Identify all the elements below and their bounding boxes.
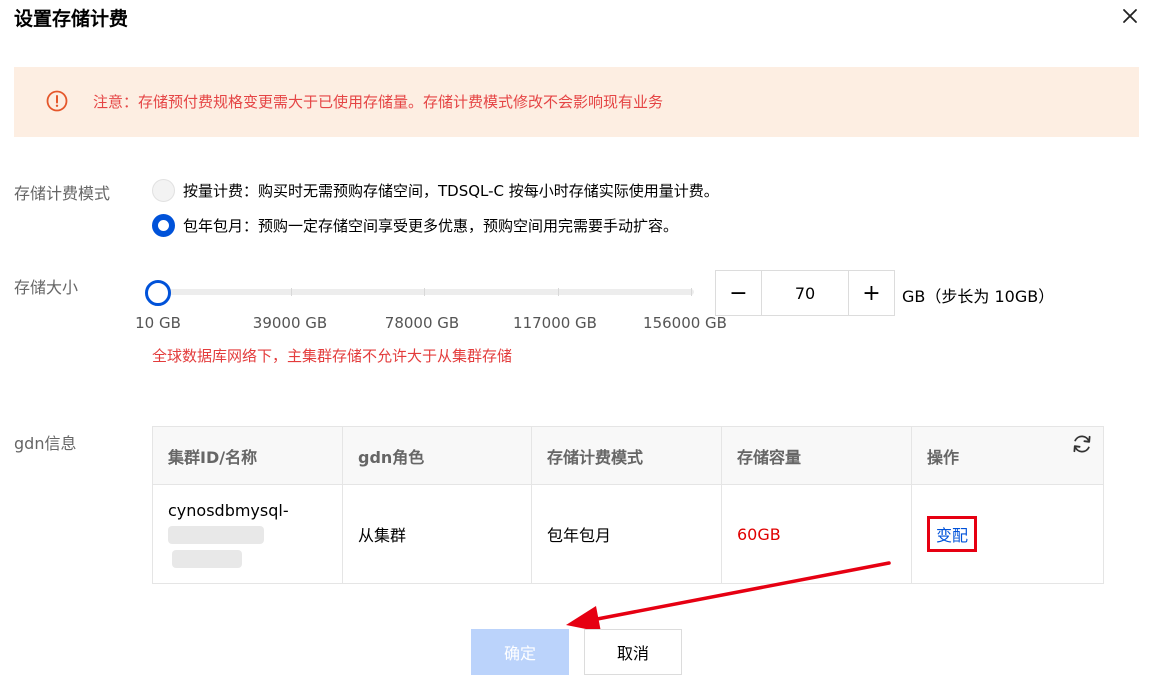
radio-label: 按量计费：购买时无需预购存储空间，TDSQL-C 按每小时存储实际使用量计费。	[183, 181, 719, 200]
decrement-button[interactable]: −	[716, 271, 762, 315]
slider-tick-label: 10 GB	[135, 314, 181, 332]
alert-circle-icon	[46, 90, 68, 112]
column-header: 存储容量	[721, 426, 912, 485]
storage-unit-text: GB（步长为 10GB）	[902, 287, 1055, 306]
confirm-button[interactable]: 确定	[471, 629, 569, 675]
storage-size-input[interactable]	[762, 271, 848, 315]
billing-mode-label: 存储计费模式	[14, 184, 111, 203]
storage-slider[interactable]	[145, 280, 694, 310]
slider-tick-label: 78000 GB	[384, 314, 460, 332]
role-cell: 从集群	[342, 484, 532, 584]
dialog-title: 设置存储计费	[14, 8, 129, 30]
cluster-id-text: cynosdbmysql-	[168, 500, 289, 520]
notice-text: 注意：存储预付费规格变更需大于已使用存储量。存储计费模式修改不会影响现有业务	[93, 93, 664, 111]
cancel-button[interactable]: 取消	[584, 629, 682, 675]
radio-label: 包年包月：预购一定存储空间享受更多优惠，预购空间用完需要手动扩容。	[183, 216, 679, 235]
column-header: 集群ID/名称	[152, 426, 343, 485]
storage-size-label: 存储大小	[14, 278, 79, 297]
increment-button[interactable]: +	[848, 271, 894, 315]
slider-tick	[424, 288, 425, 296]
gdn-info-label: gdn信息	[14, 434, 77, 453]
redacted-text	[172, 549, 242, 568]
radio-circle[interactable]	[152, 178, 175, 202]
slider-tick	[291, 288, 292, 296]
slider-tick-label: 156000 GB	[643, 314, 727, 332]
table-header-row: 集群ID/名称 gdn角色 存储计费模式 存储容量 操作	[152, 426, 1104, 485]
radio-pay-as-you-go[interactable]: 按量计费：购买时无需预购存储空间，TDSQL-C 按每小时存储实际使用量计费。	[152, 177, 719, 203]
redacted-text	[168, 525, 264, 544]
radio-monthly-subscription[interactable]: 包年包月：预购一定存储空间享受更多优惠，预购空间用完需要手动扩容。	[152, 212, 678, 238]
action-cell: 变配	[911, 484, 1104, 584]
column-header: 存储计费模式	[531, 426, 722, 485]
capacity-cell: 60GB	[721, 484, 912, 584]
capacity-value: 60GB	[737, 524, 781, 544]
table-row: cynosdbmysql- 从集群 包年包月 60GB 变配	[152, 484, 1104, 584]
slider-track[interactable]	[158, 289, 694, 295]
modify-config-link[interactable]: 变配	[927, 516, 978, 552]
notice-banner: 注意：存储预付费规格变更需大于已使用存储量。存储计费模式修改不会影响现有业务	[14, 67, 1139, 137]
gdn-table: 集群ID/名称 gdn角色 存储计费模式 存储容量 操作 cynosdbmysq…	[152, 426, 1104, 584]
slider-tick	[691, 288, 692, 296]
refresh-icon[interactable]	[1070, 432, 1094, 456]
cluster-id-cell: cynosdbmysql-	[152, 484, 343, 584]
billing-cell: 包年包月	[531, 484, 722, 584]
column-header: gdn角色	[342, 426, 532, 485]
slider-tick	[558, 288, 559, 296]
storage-stepper: − +	[715, 270, 895, 316]
storage-warning: 全球数据库网络下，主集群存储不允许大于从集群存储	[152, 347, 513, 365]
slider-tick-label: 39000 GB	[252, 314, 328, 332]
close-icon[interactable]	[1120, 6, 1140, 26]
radio-circle-selected[interactable]	[152, 213, 175, 237]
slider-thumb[interactable]	[145, 280, 172, 306]
slider-tick-label: 117000 GB	[513, 314, 597, 332]
